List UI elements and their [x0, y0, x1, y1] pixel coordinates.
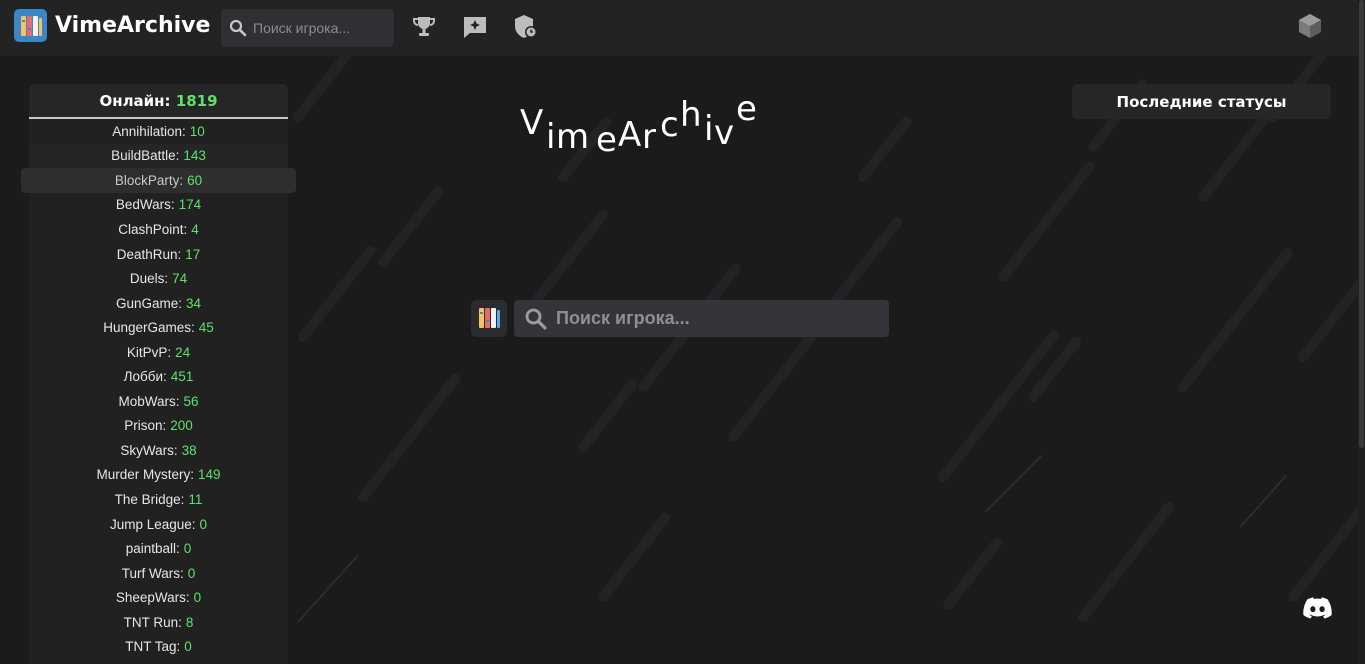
mode-name: TNT Tag:	[125, 639, 181, 655]
mode-count: 0	[199, 516, 208, 532]
mode-item[interactable]: TNT Run: 8	[29, 610, 288, 635]
scrollbar-thumb[interactable]	[1359, 0, 1364, 448]
mode-item[interactable]: MobWars: 56	[29, 389, 288, 414]
header-search-input[interactable]	[253, 20, 383, 36]
mode-name: paintball:	[125, 541, 180, 557]
mode-item[interactable]: paintball: 0	[29, 536, 288, 561]
mode-name: Annihilation:	[112, 123, 186, 139]
vimearchive-wordmark-logo: V i m e A r c h i v e	[520, 89, 757, 160]
game-mode-list: Annihilation: 10 BuildBattle: 143 BlockPar…	[21, 119, 296, 659]
mode-count: 0	[184, 639, 192, 655]
mode-count: 10	[189, 123, 205, 139]
top-navbar: VimeArchive	[0, 0, 1358, 56]
mode-name: Prison:	[124, 418, 167, 434]
mode-count: 11	[188, 491, 203, 507]
mode-name: SkyWars:	[120, 442, 178, 458]
app-title: VimeArchive	[55, 13, 211, 38]
online-total-header: Онлайн: 1819	[29, 84, 288, 119]
mode-count: 34	[186, 295, 202, 311]
mode-name: DeathRun:	[116, 246, 182, 262]
mode-item[interactable]: GunGame: 34	[29, 291, 288, 316]
mode-name: The Bridge:	[114, 491, 185, 507]
logo-books-icon	[471, 300, 507, 337]
mode-count: 8	[185, 614, 194, 630]
mode-name: TNT Run:	[123, 614, 182, 630]
online-total-count: 1819	[175, 91, 218, 110]
online-sidebar: Онлайн: 1819 Annihilation: 10 BuildBattle…	[21, 84, 296, 664]
mode-item[interactable]: KitPvP: 24	[29, 340, 288, 365]
mode-item[interactable]: Annihilation: 10	[29, 119, 288, 144]
mode-count: 0	[193, 590, 202, 606]
mode-count: 451	[170, 369, 194, 385]
mode-name: Turf Wars:	[121, 565, 184, 581]
mode-count: 4	[191, 221, 199, 237]
mode-name: GunGame:	[115, 295, 182, 311]
mode-count: 174	[178, 197, 202, 213]
main-search-box[interactable]	[514, 300, 889, 337]
mode-count: 143	[183, 148, 206, 164]
search-icon	[525, 308, 547, 330]
brand-logo[interactable]: VimeArchive	[14, 9, 210, 42]
mode-name: Jump League:	[109, 516, 196, 532]
mode-count: 0	[183, 541, 192, 557]
mode-name: Duels:	[129, 271, 169, 287]
mode-item[interactable]: SheepWars: 0	[29, 585, 288, 610]
latest-statuses-label: Последние статусы	[1116, 92, 1287, 111]
mode-count: 149	[197, 467, 221, 483]
main-search-input[interactable]	[556, 308, 876, 329]
minecraft-cube-icon[interactable]	[1296, 12, 1324, 40]
mode-name: MobWars:	[118, 393, 180, 409]
page-scrollbar[interactable]	[1358, 0, 1365, 664]
mode-item[interactable]: Duels: 74	[29, 266, 288, 291]
search-icon	[229, 19, 247, 37]
mode-item[interactable]: Murder Mystery: 149	[29, 463, 288, 488]
shield-clock-icon[interactable]	[512, 13, 540, 41]
logo-books-icon	[14, 9, 47, 42]
mode-count: 24	[175, 344, 191, 360]
mode-item[interactable]: Prison: 200	[29, 414, 288, 439]
mode-item[interactable]: HungerGames: 45	[29, 315, 288, 340]
mode-item[interactable]: TNT Tag: 0	[29, 634, 288, 659]
mode-name: BuildBattle:	[111, 148, 180, 164]
mode-name: Лобби:	[123, 369, 167, 385]
latest-statuses-button[interactable]: Последние статусы	[1072, 84, 1331, 119]
mode-item-hovered[interactable]: BlockParty: 60	[21, 168, 296, 193]
mode-item[interactable]: Turf Wars: 0	[29, 561, 288, 586]
mode-count: 200	[170, 418, 193, 434]
mode-item[interactable]: BedWars: 174	[29, 193, 288, 218]
mode-item[interactable]: Jump League: 0	[29, 512, 288, 537]
mode-count: 60	[187, 172, 203, 188]
mode-name: SheepWars:	[115, 590, 190, 606]
header-search-box[interactable]	[221, 9, 394, 47]
mode-count: 74	[172, 271, 188, 287]
mode-item[interactable]: BuildBattle: 143	[29, 143, 288, 169]
online-label: Онлайн:	[99, 91, 171, 110]
mode-item[interactable]: The Bridge: 11	[29, 487, 288, 512]
mode-item[interactable]: Лобби: 451	[29, 364, 288, 389]
mode-item[interactable]: DeathRun: 17	[29, 242, 288, 267]
mode-count: 38	[181, 442, 197, 458]
mode-count: 56	[183, 393, 199, 409]
mode-name: BlockParty:	[114, 172, 184, 188]
trophy-icon[interactable]	[410, 13, 438, 41]
mode-item[interactable]: SkyWars: 38	[29, 438, 288, 463]
discord-icon[interactable]	[1303, 597, 1332, 621]
mode-name: Murder Mystery:	[96, 467, 194, 483]
mode-name: HungerGames:	[103, 320, 195, 336]
mode-item[interactable]: ClashPoint: 4	[29, 217, 288, 242]
mode-count: 0	[187, 565, 196, 581]
mode-name: KitPvP:	[126, 344, 172, 360]
mode-count: 45	[198, 320, 214, 336]
mode-name: ClashPoint:	[118, 221, 188, 237]
feedback-sparkle-icon[interactable]	[461, 13, 489, 41]
mode-name: BedWars:	[115, 197, 175, 213]
mode-count: 17	[185, 246, 201, 262]
